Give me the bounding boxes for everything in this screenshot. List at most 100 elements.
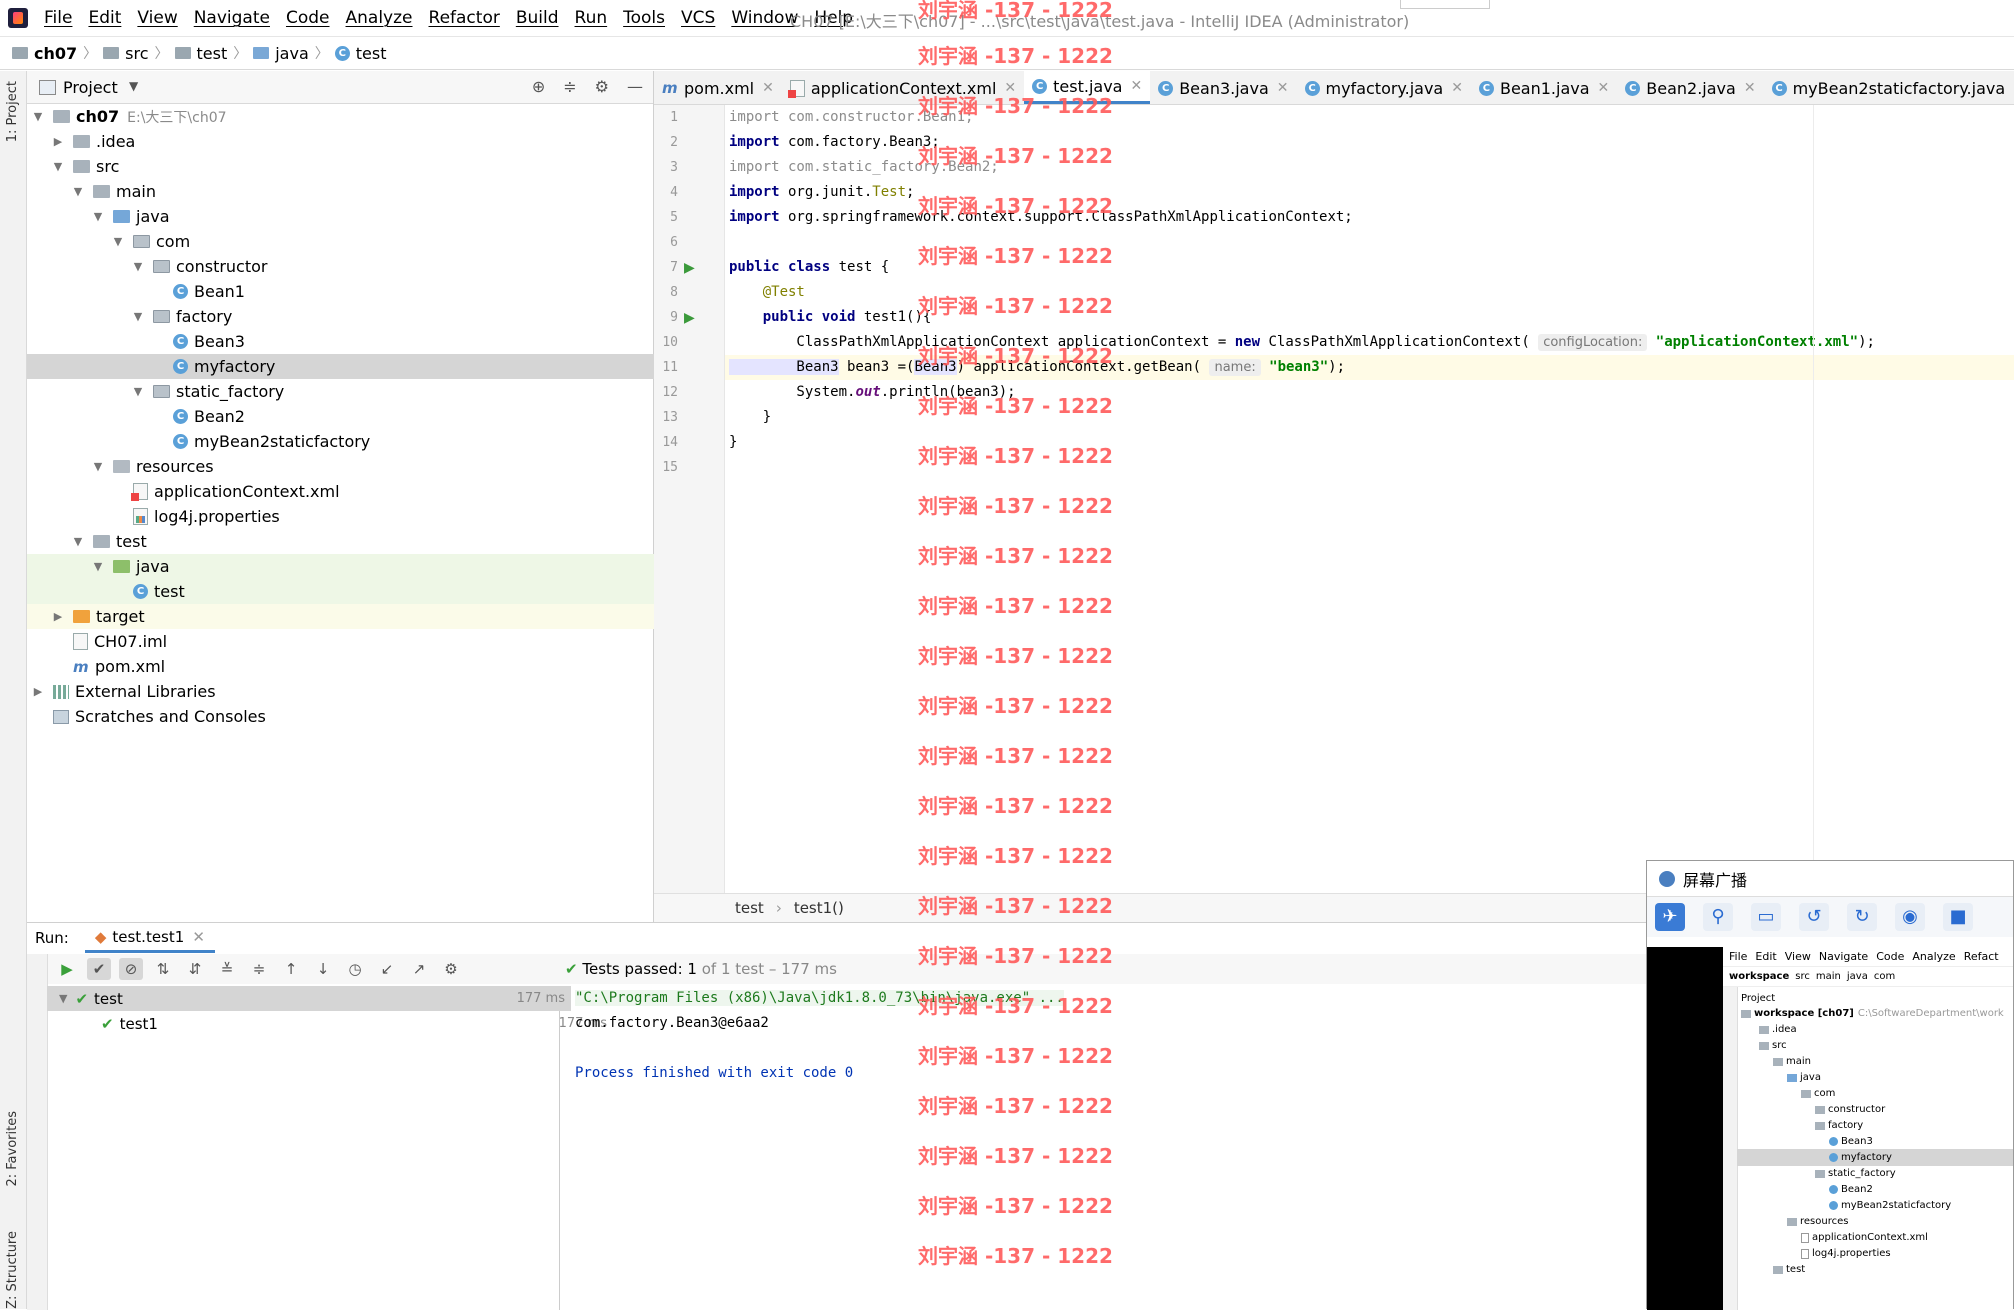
tab-mybean2staticfactory-java[interactable]: CmyBean2staticfactory.java✕	[1764, 72, 2014, 104]
menu-analyze[interactable]: Analyze	[346, 8, 413, 28]
favorites-tool-button[interactable]: 2: Favorites	[5, 1111, 20, 1187]
menu-build[interactable]: Build	[516, 8, 559, 28]
close-icon[interactable]: ✕	[1451, 80, 1463, 96]
chevron-down-icon[interactable]: ▼	[91, 210, 105, 223]
export-tests-icon[interactable]: ↗	[407, 958, 431, 980]
tree-item-iml[interactable]: CH07.iml	[27, 629, 677, 654]
close-icon[interactable]: ✕	[1744, 80, 1756, 96]
tree-item-applicationcontext[interactable]: applicationContext.xml	[27, 479, 737, 504]
close-icon[interactable]: ✕	[1277, 80, 1289, 96]
sort-alpha-icon[interactable]: ⇅	[151, 958, 175, 980]
project-view-selector[interactable]: Project	[63, 78, 118, 97]
chevron-right-icon[interactable]: ▶	[51, 135, 65, 148]
tree-item-external-libraries[interactable]: ▶ External Libraries	[27, 679, 657, 704]
crumb-java[interactable]: java 〉	[253, 43, 329, 63]
tree-item-idea[interactable]: ▶ .idea	[27, 129, 677, 154]
tree-item-pom[interactable]: m pom.xml	[27, 654, 677, 679]
rerun-icon[interactable]: ▶	[55, 958, 79, 980]
menu-navigate[interactable]: Navigate	[194, 8, 270, 28]
tab-myfactory-java[interactable]: Cmyfactory.java ✕	[1297, 72, 1471, 104]
crumb-project[interactable]: ch07 〉	[12, 43, 97, 63]
gear-icon[interactable]: ⚙	[595, 77, 609, 96]
menu-code[interactable]: Code	[286, 8, 330, 28]
crumb-test-class[interactable]: Ctest	[334, 44, 387, 63]
chevron-down-icon[interactable]: ▼	[131, 385, 145, 398]
next-test-icon[interactable]: ↓	[311, 958, 335, 980]
close-icon[interactable]: ✕	[762, 80, 774, 96]
menu-refactor[interactable]: Refactor	[429, 8, 500, 28]
tab-bean3-java[interactable]: C Bean3.java ✕	[1150, 72, 1296, 104]
crumb-src[interactable]: src 〉	[103, 43, 169, 63]
menu-tools[interactable]: Tools	[623, 8, 665, 28]
camera-icon[interactable]: ◉	[1895, 903, 1925, 931]
close-icon[interactable]: ✕	[1598, 80, 1610, 96]
settings-icon[interactable]: ⚙	[439, 958, 463, 980]
tree-item-main[interactable]: ▼ main	[27, 179, 697, 204]
monitor-icon[interactable]: ▭	[1751, 903, 1781, 931]
project-tool-button[interactable]: 1: Project	[5, 81, 20, 142]
tree-item-src[interactable]: ▼ src	[27, 154, 677, 179]
close-icon[interactable]: ✕	[192, 928, 205, 946]
breadcrumb-method[interactable]: test1()	[794, 899, 844, 917]
collapse-all-icon[interactable]: ≑	[563, 77, 576, 96]
tree-item-log4j[interactable]: log4j.properties	[27, 504, 737, 529]
structure-tool-button[interactable]: Z: Structure	[5, 1231, 20, 1309]
chevron-down-icon[interactable]: ▼	[59, 992, 67, 1005]
broadcast-title-bar[interactable]: 屏幕广播	[1647, 861, 2013, 897]
expand-all-icon[interactable]: ≚	[215, 958, 239, 980]
chevron-down-icon[interactable]: ▼	[91, 460, 105, 473]
show-passed-icon[interactable]: ✔	[87, 958, 111, 980]
locate-icon[interactable]: ⊕	[532, 77, 545, 96]
tree-item-scratches[interactable]: Scratches and Consoles	[27, 704, 657, 729]
show-ignored-icon[interactable]: ⊘	[119, 958, 143, 980]
run-class-icon[interactable]: ▶	[684, 260, 700, 276]
chevron-down-icon[interactable]: ▼	[51, 160, 65, 173]
menu-run[interactable]: Run	[575, 8, 608, 28]
close-icon[interactable]: ✕	[1130, 78, 1142, 94]
chevron-down-icon[interactable]: ▼	[111, 235, 125, 248]
tree-item-factory[interactable]: ▼ factory	[27, 304, 757, 329]
chevron-right-icon[interactable]: ▶	[31, 685, 45, 698]
previous-test-icon[interactable]: ↑	[279, 958, 303, 980]
tree-item-ch07[interactable]: ▼ ch07 E:\大三下\ch07	[27, 104, 657, 129]
breadcrumb-class[interactable]: test	[735, 899, 764, 917]
tree-item-java[interactable]: ▼ java	[27, 204, 717, 229]
chevron-down-icon[interactable]: ▼	[131, 310, 145, 323]
tree-item-resources[interactable]: ▼ resources	[27, 454, 717, 479]
zoom-icon[interactable]: ⚲	[1703, 903, 1733, 931]
menu-vcs[interactable]: VCS	[681, 8, 715, 28]
tree-item-static-factory[interactable]: ▼ static_factory	[27, 379, 757, 404]
tree-item-target[interactable]: ▶ target	[27, 604, 677, 629]
chevron-down-icon[interactable]: ▼	[71, 535, 85, 548]
chevron-down-icon[interactable]: ▼	[71, 185, 85, 198]
tree-item-com[interactable]: ▼ com	[27, 229, 737, 254]
tab-pom-xml[interactable]: m pom.xml ✕	[654, 72, 782, 104]
test-case-row[interactable]: ✔ test1 177 ms	[47, 1011, 613, 1036]
test-suite-row[interactable]: ▼ ✔ test 177 ms	[47, 986, 571, 1011]
tree-item-test-java[interactable]: ▼ java	[27, 554, 717, 579]
chevron-down-icon[interactable]: ▼	[131, 260, 145, 273]
rotate-left-icon[interactable]: ↺	[1799, 903, 1829, 931]
crumb-test[interactable]: test 〉	[174, 43, 247, 63]
sort-duration-icon[interactable]: ⇵	[183, 958, 207, 980]
minimize-icon[interactable]: —	[627, 77, 643, 96]
tab-bean1-java[interactable]: C Bean1.java ✕	[1471, 72, 1617, 104]
run-test-icon[interactable]: ▶	[684, 310, 700, 326]
rotate-right-icon[interactable]: ↻	[1847, 903, 1877, 931]
menu-file[interactable]: File	[44, 8, 72, 28]
screen-broadcast-window[interactable]: 屏幕广播 ✈ ⚲ ▭ ↺ ↻ ◉ ■ File Edit View Naviga…	[1646, 860, 2014, 1310]
menu-window[interactable]: Window	[731, 8, 798, 28]
chevron-down-icon[interactable]: ▼	[91, 560, 105, 573]
chevron-down-icon[interactable]: ▼	[31, 110, 45, 123]
history-icon[interactable]: ◷	[343, 958, 367, 980]
menu-view[interactable]: View	[137, 8, 177, 28]
collapse-all-icon[interactable]: ≑	[247, 958, 271, 980]
menu-edit[interactable]: Edit	[88, 8, 121, 28]
run-tab[interactable]: ◆ test.test1 ✕	[84, 923, 215, 953]
tree-item-constructor[interactable]: ▼ constructor	[27, 254, 757, 279]
record-icon[interactable]: ■	[1943, 903, 1973, 931]
pin-icon[interactable]: ✈	[1655, 903, 1685, 931]
import-tests-icon[interactable]: ↙	[375, 958, 399, 980]
tab-bean2-java[interactable]: C Bean2.java ✕	[1617, 72, 1763, 104]
chevron-right-icon[interactable]: ▶	[51, 610, 65, 623]
